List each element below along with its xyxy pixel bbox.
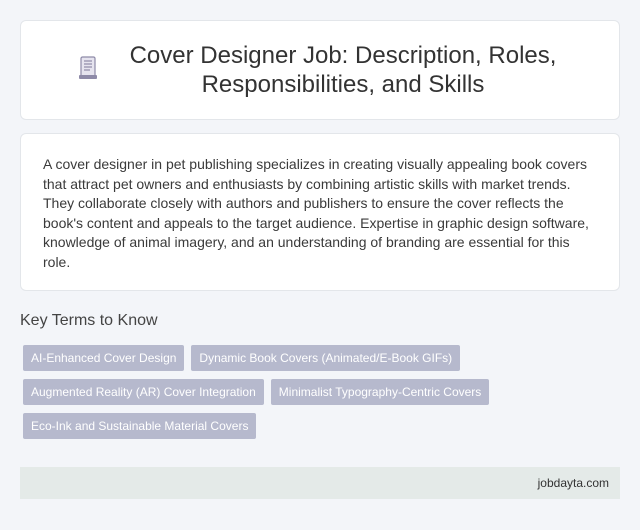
footer-site-link[interactable]: jobdayta.com <box>538 476 609 490</box>
description-text: A cover designer in pet publishing speci… <box>43 156 589 270</box>
tag-ar-integration[interactable]: Augmented Reality (AR) Cover Integration <box>23 379 264 405</box>
page-title: Cover Designer Job: Description, Roles, … <box>129 42 557 98</box>
page: Cover Designer Job: Description, Roles, … <box>0 0 640 530</box>
key-terms-tags: AI-Enhanced Cover Design Dynamic Book Co… <box>20 343 620 445</box>
tag-eco-ink[interactable]: Eco-Ink and Sustainable Material Covers <box>23 413 257 439</box>
footer: jobdayta.com <box>20 467 620 499</box>
title-row: Cover Designer Job: Description, Roles, … <box>77 41 563 99</box>
description-card: A cover designer in pet publishing speci… <box>20 133 620 291</box>
tag-ai-enhanced[interactable]: AI-Enhanced Cover Design <box>23 345 185 371</box>
tag-minimalist-typography[interactable]: Minimalist Typography-Centric Covers <box>270 379 490 405</box>
tag-dynamic-covers[interactable]: Dynamic Book Covers (Animated/E-Book GIF… <box>191 345 461 371</box>
document-icon <box>77 55 99 81</box>
key-terms-heading: Key Terms to Know <box>20 312 158 329</box>
title-card: Cover Designer Job: Description, Roles, … <box>20 20 620 120</box>
